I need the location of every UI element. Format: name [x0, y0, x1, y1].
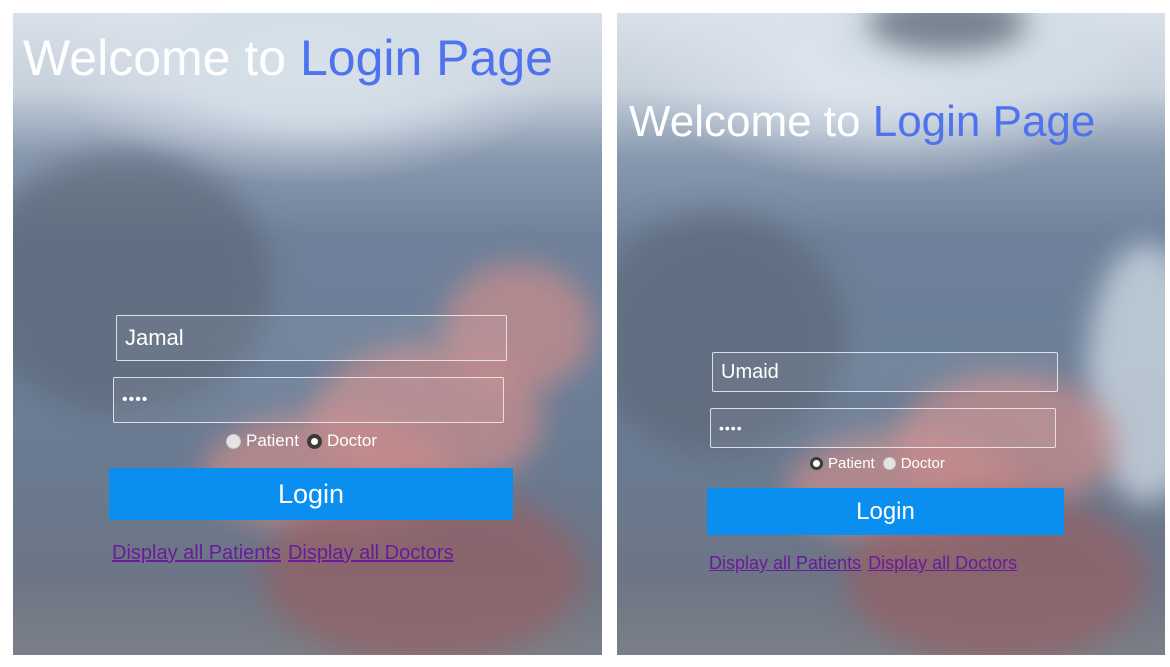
username-value: Jamal: [125, 325, 184, 350]
title-prefix: Welcome to: [23, 30, 300, 86]
page-title: Welcome to Login Page: [629, 100, 1095, 144]
role-radio-group: Patient Doctor: [226, 431, 385, 451]
display-links: Display all Patients Display all Doctors: [112, 542, 461, 565]
username-input[interactable]: Jamal: [116, 315, 507, 361]
radio-patient-button[interactable]: [226, 433, 241, 449]
radio-doctor-button[interactable]: [306, 433, 322, 449]
background-blur: [1087, 243, 1165, 503]
radio-patient-label: Patient: [246, 431, 299, 450]
screenshot-comparison: Welcome to Login Page Jamal •••• Patient…: [0, 0, 1170, 667]
radio-doctor-label: Doctor: [900, 455, 945, 472]
radio-doctor[interactable]: Doctor: [882, 455, 945, 472]
display-links: Display all Patients Display all Doctors: [709, 553, 1024, 574]
radio-patient-label: Patient: [828, 455, 875, 472]
username-input[interactable]: Umaid: [712, 352, 1058, 392]
background-blur: [817, 13, 1117, 103]
radio-doctor[interactable]: Doctor: [306, 431, 378, 451]
username-value: Umaid: [721, 360, 779, 383]
background-blur: [13, 153, 273, 413]
title-accent: Login Page: [872, 97, 1096, 146]
radio-patient[interactable]: Patient: [226, 431, 299, 451]
radio-doctor-label: Doctor: [326, 431, 378, 450]
password-value: ••••: [122, 391, 149, 408]
display-doctors-link[interactable]: Display all Doctors: [288, 542, 454, 564]
display-doctors-link[interactable]: Display all Doctors: [868, 553, 1017, 573]
password-input[interactable]: ••••: [113, 377, 504, 423]
login-screen-left: Welcome to Login Page Jamal •••• Patient…: [13, 13, 602, 655]
login-button[interactable]: Login: [707, 488, 1064, 535]
radio-doctor-button[interactable]: [882, 457, 896, 470]
title-accent: Login Page: [299, 30, 553, 86]
radio-patient-button[interactable]: [810, 457, 823, 470]
display-patients-link[interactable]: Display all Patients: [709, 553, 861, 573]
title-prefix: Welcome to: [629, 97, 873, 146]
password-input[interactable]: ••••: [710, 408, 1056, 448]
background-blur: [867, 13, 1027, 53]
login-screen-right: Welcome to Login Page Umaid •••• Patient…: [617, 13, 1165, 655]
radio-patient[interactable]: Patient: [810, 455, 875, 472]
login-button[interactable]: Login: [109, 468, 513, 520]
password-value: ••••: [719, 420, 743, 436]
page-title: Welcome to Login Page: [23, 33, 553, 83]
role-radio-group: Patient Doctor: [810, 455, 953, 472]
display-patients-link[interactable]: Display all Patients: [112, 542, 281, 564]
